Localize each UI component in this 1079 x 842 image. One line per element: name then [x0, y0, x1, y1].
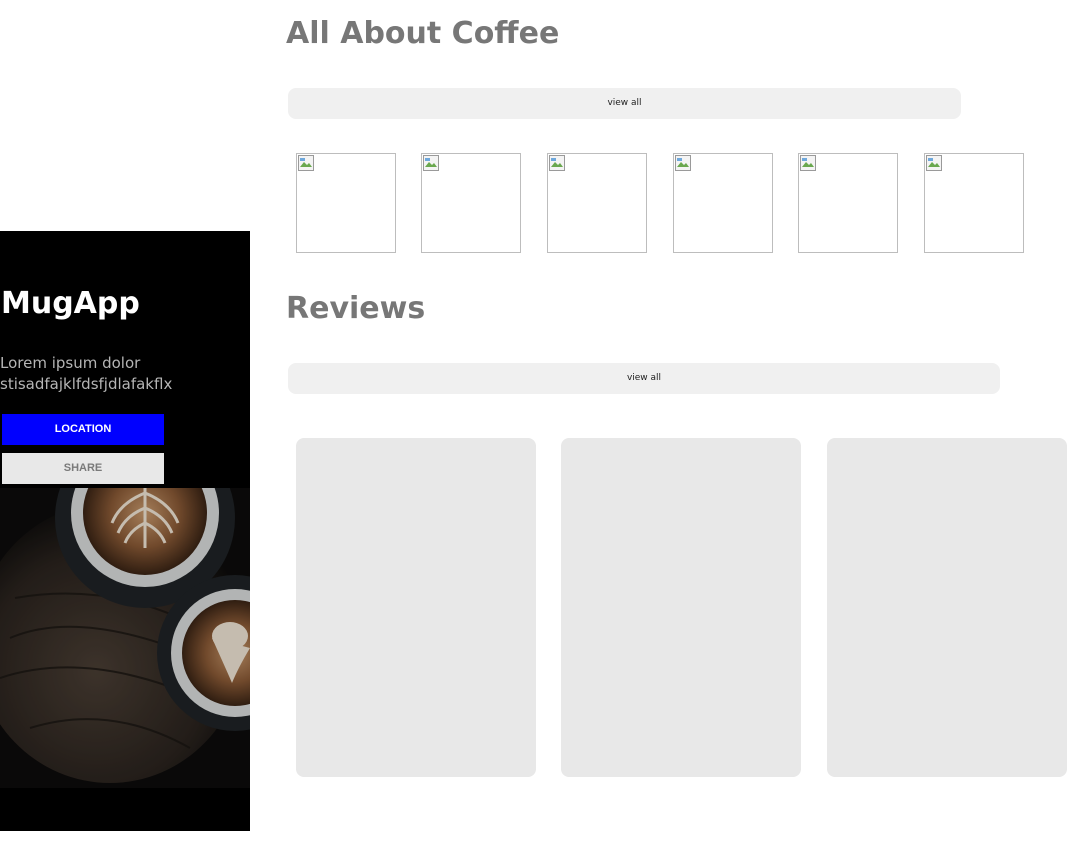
- location-button[interactable]: LOCATION: [2, 414, 164, 445]
- share-button[interactable]: SHARE: [2, 453, 164, 484]
- coffee-thumbnail[interactable]: [924, 153, 1024, 253]
- review-card[interactable]: [827, 438, 1067, 777]
- broken-image-icon: [298, 155, 314, 171]
- coffee-thumbnail[interactable]: [798, 153, 898, 253]
- coffee-section-title: All About Coffee: [286, 16, 560, 51]
- reviews-section-title: Reviews: [286, 291, 426, 326]
- coffee-thumbnail[interactable]: [673, 153, 773, 253]
- coffee-thumbnail[interactable]: [296, 153, 396, 253]
- broken-image-icon: [926, 155, 942, 171]
- coffee-view-all-button[interactable]: view all: [288, 88, 961, 119]
- broken-image-icon: [549, 155, 565, 171]
- review-card[interactable]: [296, 438, 536, 777]
- coffee-thumbnail[interactable]: [421, 153, 521, 253]
- hero-description: Lorem ipsum dolor stisadfajklfdsfjdlafak…: [0, 354, 173, 393]
- coffee-photo: [0, 488, 250, 788]
- hero-panel: MugApp Lorem ipsum dolor stisadfajklfdsf…: [0, 231, 250, 831]
- broken-image-icon: [675, 155, 691, 171]
- reviews-view-all-button[interactable]: view all: [288, 363, 1000, 394]
- app-title: MugApp: [1, 286, 140, 321]
- broken-image-icon: [800, 155, 816, 171]
- broken-image-icon: [423, 155, 439, 171]
- coffee-thumbnail[interactable]: [547, 153, 647, 253]
- review-card[interactable]: [561, 438, 801, 777]
